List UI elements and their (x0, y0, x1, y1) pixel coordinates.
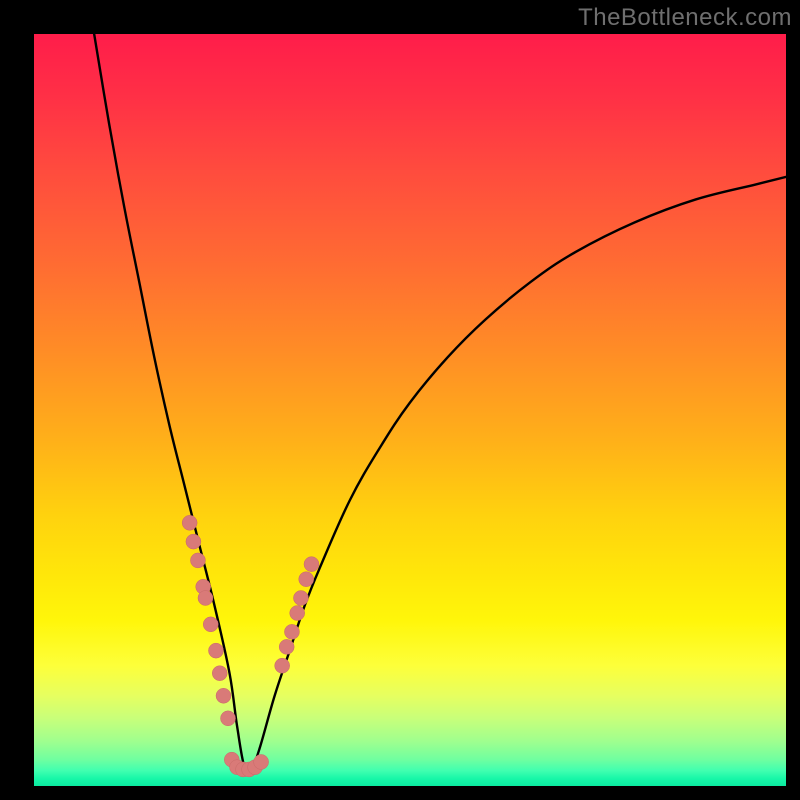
data-dot (216, 688, 231, 703)
data-dot (208, 643, 223, 658)
data-dot (182, 515, 197, 530)
watermark-text: TheBottleneck.com (578, 4, 792, 32)
data-dot (221, 711, 236, 726)
dots-right-cluster (275, 557, 319, 674)
data-dot (203, 617, 218, 632)
bottleneck-curve (94, 34, 786, 771)
data-dot (299, 572, 314, 587)
data-dot (190, 553, 205, 568)
plot-area (34, 34, 786, 786)
data-dot (290, 606, 305, 621)
chart-frame: TheBottleneck.com (0, 0, 800, 800)
bottleneck-curve-path (94, 34, 786, 771)
dots-left-cluster (182, 515, 235, 726)
data-dot (279, 639, 294, 654)
dots-bottom-cluster (224, 752, 268, 777)
data-dot (304, 557, 319, 572)
curve-layer (34, 34, 786, 786)
data-dot (275, 658, 290, 673)
data-dot (212, 666, 227, 681)
data-dot (198, 591, 213, 606)
data-dot (254, 754, 269, 769)
data-dot (284, 624, 299, 639)
data-dot (293, 591, 308, 606)
data-dot (186, 534, 201, 549)
